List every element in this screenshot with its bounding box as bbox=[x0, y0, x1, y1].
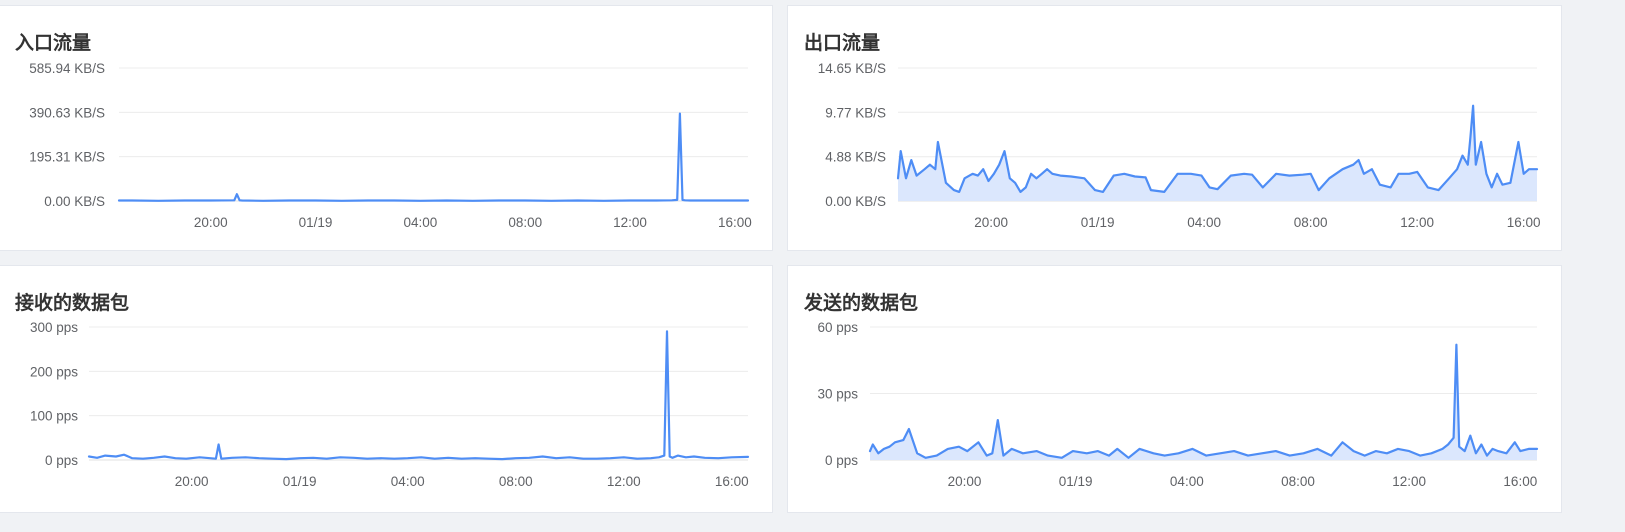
y-tick-label: 14.65 KB/S bbox=[818, 61, 886, 76]
y-tick-label: 4.88 KB/S bbox=[825, 150, 886, 165]
x-tick-label: 04:00 bbox=[1170, 474, 1204, 489]
series-line bbox=[117, 112, 750, 202]
y-tick-label: 0 pps bbox=[45, 453, 78, 468]
x-tick-label: 20:00 bbox=[948, 474, 982, 489]
x-tick-label: 12:00 bbox=[1400, 215, 1434, 230]
sent-packets-chart: 60 pps 30 pps 0 pps 20:00 01/19 04:00 08:00 12:… bbox=[817, 320, 1539, 489]
x-tick-label: 01/19 bbox=[1081, 215, 1115, 230]
x-tick-label: 16:00 bbox=[1507, 215, 1541, 230]
y-tick-label: 585.94 KB/S bbox=[29, 61, 105, 76]
panel-received-packets: 接收的数据包 300 pps 200 pps 100 pps 0 pps 20:00 01… bbox=[0, 265, 773, 513]
outbound-traffic-chart: 14.65 KB/S 9.77 KB/S 4.88 KB/S 0.00 KB/S 20:… bbox=[818, 61, 1541, 230]
x-tick-label: 08:00 bbox=[1294, 215, 1328, 230]
x-tick-label: 01/19 bbox=[1059, 474, 1093, 489]
y-tick-label: 300 pps bbox=[30, 320, 78, 335]
x-tick-label: 20:00 bbox=[974, 215, 1008, 230]
inbound-traffic-chart: 585.94 KB/S 390.63 KB/S 195.31 KB/S 0.00 KB… bbox=[29, 61, 752, 230]
y-tick-label: 100 pps bbox=[30, 409, 78, 424]
y-tick-label: 390.63 KB/S bbox=[29, 105, 105, 120]
series-area bbox=[870, 344, 1537, 460]
panel-inbound-traffic: 入口流量 585.94 KB/S 390.63 KB/S 195.31 KB/S 0.… bbox=[0, 5, 773, 251]
x-tick-label: 01/19 bbox=[283, 474, 317, 489]
panel-outbound-traffic: 出口流量 14.65 KB/S 9.77 KB/S 4.88 KB/S 0.00 KB… bbox=[787, 5, 1562, 251]
x-tick-label: 20:00 bbox=[175, 474, 209, 489]
series-line bbox=[87, 330, 750, 461]
received-packets-chart: 300 pps 200 pps 100 pps 0 pps 20:00 01/19 04:0… bbox=[30, 320, 750, 489]
y-tick-label: 30 pps bbox=[817, 387, 858, 402]
y-tick-label: 9.77 KB/S bbox=[825, 105, 886, 120]
x-tick-label: 12:00 bbox=[607, 474, 641, 489]
y-tick-label: 200 pps bbox=[30, 364, 78, 379]
y-tick-label: 195.31 KB/S bbox=[29, 150, 105, 165]
x-tick-label: 16:00 bbox=[715, 474, 749, 489]
y-tick-label: 0.00 KB/S bbox=[44, 194, 105, 209]
x-tick-label: 20:00 bbox=[194, 215, 228, 230]
x-tick-label: 16:00 bbox=[1503, 474, 1537, 489]
x-tick-label: 08:00 bbox=[1281, 474, 1315, 489]
panel-sent-packets: 发送的数据包 60 pps 30 pps 0 pps 20:00 01/19 04:00 0… bbox=[787, 265, 1562, 513]
y-tick-label: 0.00 KB/S bbox=[825, 194, 886, 209]
x-tick-label: 08:00 bbox=[508, 215, 542, 230]
x-tick-label: 08:00 bbox=[499, 474, 533, 489]
x-tick-label: 01/19 bbox=[299, 215, 333, 230]
x-tick-label: 04:00 bbox=[391, 474, 425, 489]
x-tick-label: 04:00 bbox=[403, 215, 437, 230]
y-tick-label: 0 pps bbox=[825, 453, 858, 468]
x-tick-label: 04:00 bbox=[1187, 215, 1221, 230]
x-tick-label: 16:00 bbox=[718, 215, 752, 230]
series-line bbox=[868, 343, 1539, 459]
x-tick-label: 12:00 bbox=[613, 215, 647, 230]
y-tick-label: 60 pps bbox=[817, 320, 858, 335]
x-tick-label: 12:00 bbox=[1392, 474, 1426, 489]
